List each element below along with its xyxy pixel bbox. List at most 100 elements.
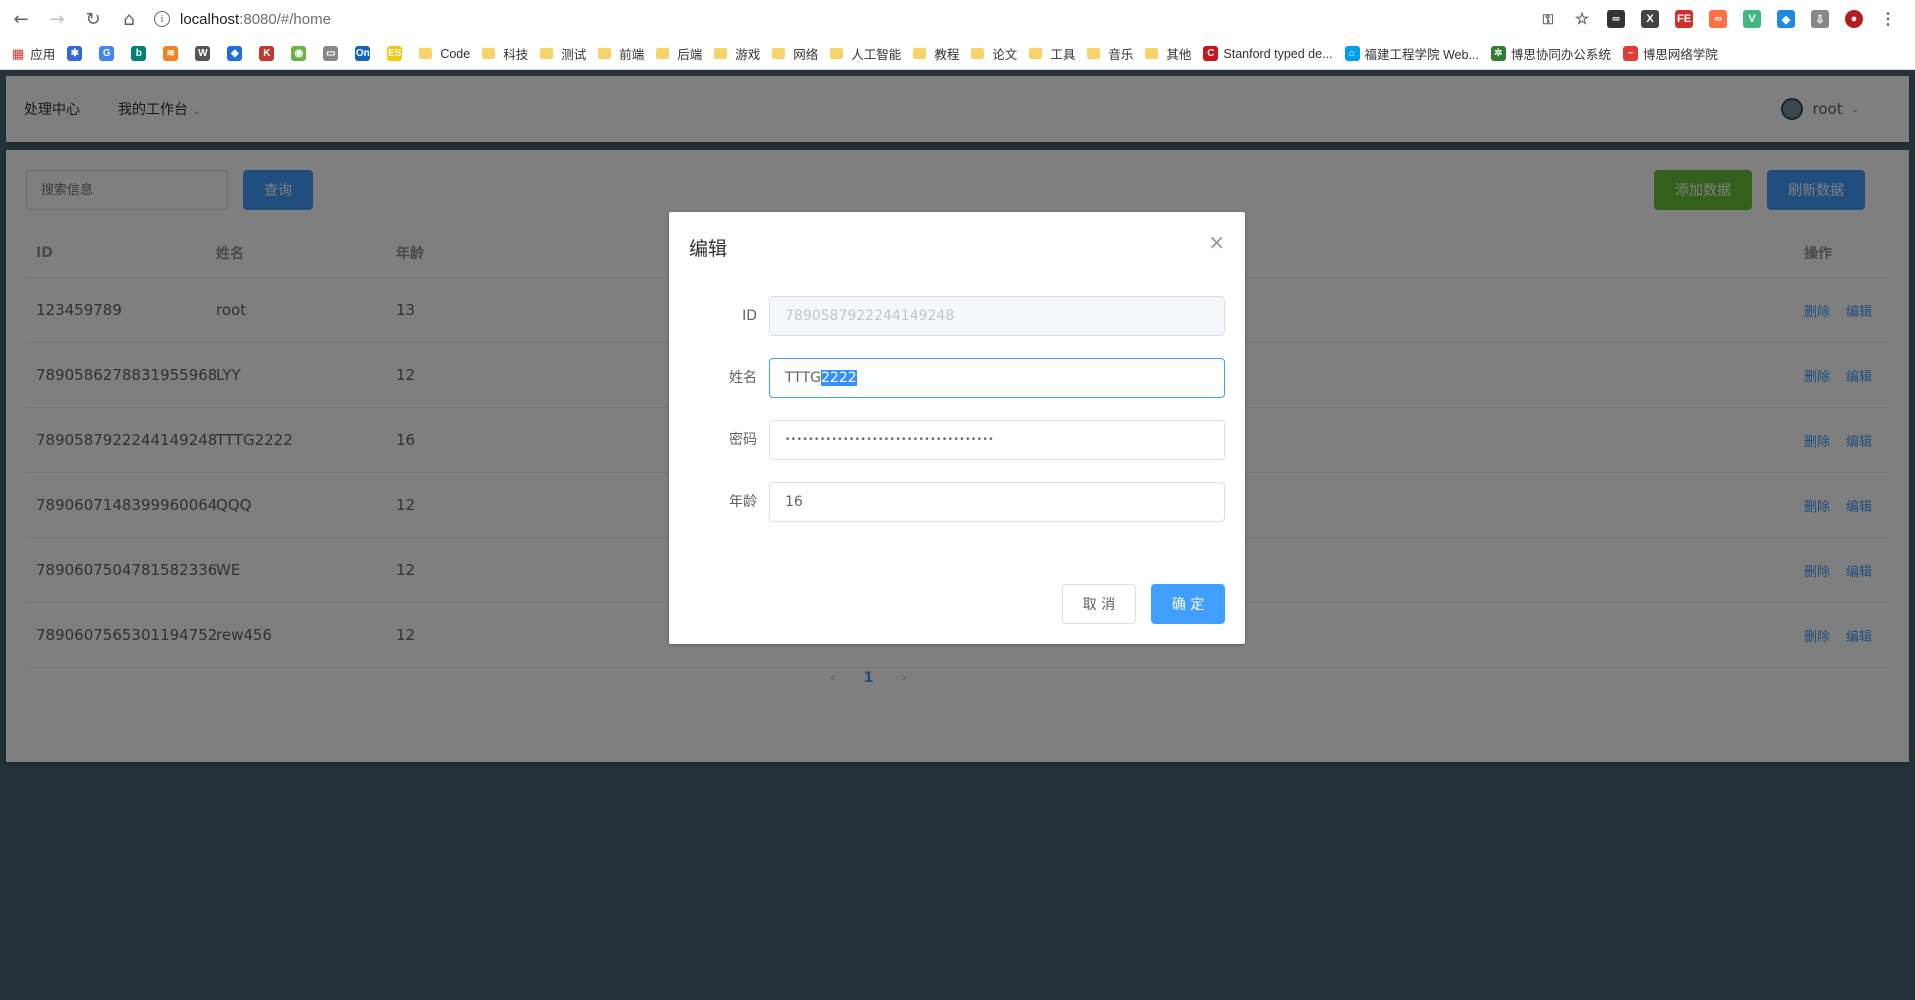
- bookmark-item[interactable]: ✲ 博思协同办公系统: [1490, 44, 1611, 63]
- bookmark-item[interactable]: K: [259, 46, 279, 61]
- bookmark-item[interactable]: 后端: [656, 44, 702, 63]
- key-icon[interactable]: ⚿: [1539, 10, 1557, 28]
- cancel-button[interactable]: 取 消: [1062, 584, 1136, 624]
- bookmark-item[interactable]: ✱: [67, 46, 87, 61]
- form-row-age: 年龄 16: [669, 482, 1245, 522]
- favicon-icon: G: [99, 46, 115, 61]
- close-icon[interactable]: ×: [1208, 230, 1225, 254]
- bookmark-item[interactable]: 网络: [772, 44, 818, 63]
- back-icon[interactable]: ←: [6, 4, 36, 34]
- bookmark-item[interactable]: ⌂ 福建工程学院 Web...: [1344, 44, 1479, 63]
- form-row-password: 密码 ••••••••••••••••••••••••••••••••••••: [669, 420, 1245, 460]
- bookmark-item[interactable]: ◉: [291, 46, 311, 61]
- name-field[interactable]: TTTG 2222: [769, 358, 1225, 398]
- folder-icon: [419, 48, 433, 59]
- dialog-title: 编辑: [689, 238, 728, 260]
- favicon-icon: C: [1203, 46, 1219, 61]
- folder-icon: [482, 48, 496, 59]
- bookmark-item[interactable]: 人工智能: [830, 44, 901, 63]
- star-icon[interactable]: ☆: [1573, 10, 1591, 28]
- bookmark-label: 游戏: [735, 48, 761, 62]
- bookmark-label: 教程: [934, 48, 960, 62]
- home-icon[interactable]: ⌂: [114, 4, 144, 34]
- age-label: 年龄: [729, 494, 757, 510]
- confirm-button[interactable]: 确 定: [1151, 584, 1225, 624]
- folder-icon: [1145, 48, 1159, 59]
- form-row-id: ID 7890587922244149248: [669, 296, 1245, 336]
- bookmark-label: 博思网络学院: [1642, 48, 1718, 62]
- apps-grid-icon: ▦: [12, 45, 25, 61]
- bookmark-label: 前端: [619, 48, 645, 62]
- form-row-name: 姓名 TTTG 2222: [669, 358, 1245, 398]
- folder-icon: [1087, 48, 1101, 59]
- menu-icon[interactable]: ⋮: [1879, 10, 1897, 28]
- bookmark-label: 测试: [561, 48, 587, 62]
- extension-icon[interactable]: ∞: [1709, 10, 1727, 28]
- bookmark-item[interactable]: On: [355, 46, 375, 61]
- bookmark-item[interactable]: 工具: [1029, 44, 1075, 63]
- url-host: localhost: [180, 10, 240, 28]
- reload-icon[interactable]: ↻: [78, 4, 108, 34]
- name-value: TTTG: [785, 370, 822, 386]
- folder-icon: [714, 48, 728, 59]
- bookmark-item[interactable]: 游戏: [714, 44, 760, 63]
- bookmark-item[interactable]: 其他: [1145, 44, 1191, 63]
- bookmarks-bar: ▦ 应用 ✱ Gb ≋ W ◆ K ◉ ▭ On ES Code 科技 测试 前端 后端 游戏 网络 人工智能 教程 论文…: [0, 38, 1915, 70]
- bookmark-item[interactable]: ◆: [227, 46, 247, 61]
- favicon-icon: W: [195, 46, 211, 61]
- bookmark-item[interactable]: 教程: [913, 44, 959, 63]
- bookmark-item[interactable]: ▭: [323, 46, 343, 61]
- extension-icon[interactable]: ◆: [1777, 10, 1795, 28]
- bookmark-item[interactable]: 音乐: [1087, 44, 1133, 63]
- extension-icon[interactable]: FE: [1675, 10, 1693, 28]
- bookmark-item[interactable]: 前端: [598, 44, 644, 63]
- bookmark-item[interactable]: b: [131, 46, 151, 61]
- favicon-icon: ✱: [67, 46, 83, 61]
- favicon-icon: ▭: [323, 46, 339, 61]
- folder-icon: [772, 48, 786, 59]
- bookmark-item[interactable]: ≋: [163, 46, 183, 61]
- extension-icon[interactable]: ∞: [1607, 10, 1625, 28]
- folder-icon: [656, 48, 670, 59]
- bookmark-label: 人工智能: [851, 48, 902, 62]
- id-label: ID: [742, 308, 757, 324]
- favicon-icon: ◉: [291, 46, 307, 61]
- bookmark-item[interactable]: 论文: [971, 44, 1017, 63]
- bookmark-item[interactable]: W: [195, 46, 215, 61]
- extension-icon[interactable]: X: [1641, 10, 1659, 28]
- favicon-icon: ✲: [1490, 46, 1506, 61]
- favicon-icon: ~: [1622, 46, 1638, 61]
- folder-icon: [598, 48, 612, 59]
- password-label: 密码: [729, 432, 757, 448]
- bookmark-label: 应用: [30, 48, 56, 62]
- profile-icon[interactable]: ●: [1845, 10, 1863, 28]
- bookmark-item[interactable]: G: [99, 46, 119, 61]
- site-info-icon[interactable]: i: [154, 11, 170, 27]
- name-label: 姓名: [729, 370, 757, 386]
- favicon-icon: b: [131, 46, 147, 61]
- bookmark-label: 论文: [992, 48, 1018, 62]
- favicon-icon: On: [355, 46, 371, 61]
- bookmark-item[interactable]: 测试: [540, 44, 586, 63]
- bookmark-item[interactable]: ~ 博思网络学院: [1622, 44, 1718, 63]
- age-field[interactable]: 16: [769, 482, 1225, 522]
- bookmark-label: 音乐: [1108, 48, 1134, 62]
- password-field[interactable]: ••••••••••••••••••••••••••••••••••••: [769, 420, 1225, 460]
- bookmark-label: 科技: [503, 48, 529, 62]
- favicon-icon: ES: [387, 46, 403, 61]
- folder-icon: [1029, 48, 1043, 59]
- forward-icon[interactable]: →: [42, 4, 72, 34]
- bookmark-label: 博思协同办公系统: [1510, 48, 1611, 62]
- bookmark-label: Code: [440, 46, 471, 61]
- bookmark-item[interactable]: ES: [387, 46, 407, 61]
- bookmark-label: 其他: [1166, 48, 1192, 62]
- download-icon[interactable]: ⇩: [1811, 10, 1829, 28]
- favicon-icon: ◆: [227, 46, 243, 61]
- bookmark-item[interactable]: Code: [419, 47, 470, 61]
- address-bar[interactable]: i localhost:8080/#/home: [154, 6, 1531, 32]
- bookmark-item[interactable]: 科技: [482, 44, 528, 63]
- edit-dialog: 编辑 × ID 7890587922244149248 姓名 TTTG 2222 …: [669, 212, 1245, 644]
- vue-devtools-icon[interactable]: V: [1743, 10, 1761, 28]
- bookmark-item[interactable]: C Stanford typed de...: [1203, 46, 1333, 61]
- bookmark-item[interactable]: ▦ 应用: [12, 44, 55, 63]
